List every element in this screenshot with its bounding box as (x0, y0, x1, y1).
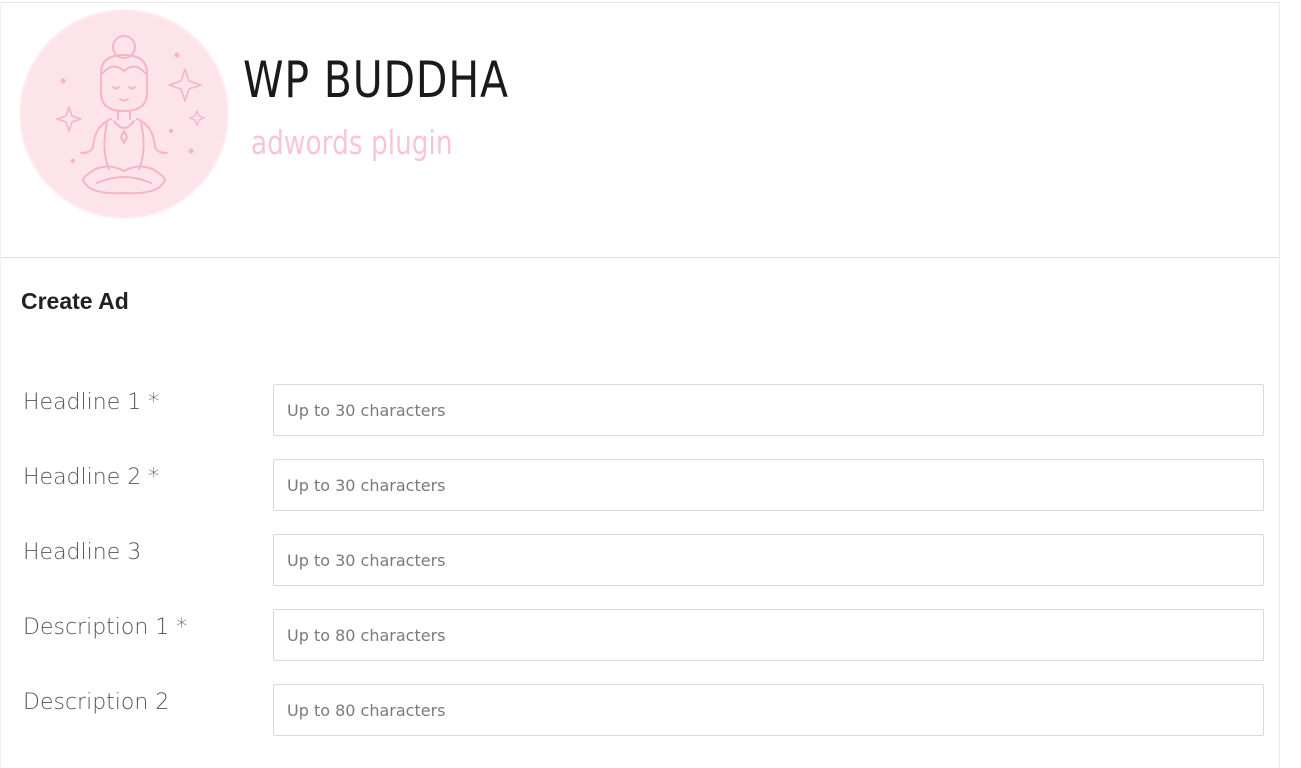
form-row-headline-2: Headline 2 * (1, 459, 1279, 511)
description-2-label: Description 2 (23, 690, 170, 715)
headline-3-label: Headline 3 (23, 540, 142, 565)
brand-subtitle: adwords plugin (251, 123, 453, 162)
headline-2-input[interactable] (273, 459, 1264, 511)
headline-3-input[interactable] (273, 534, 1264, 586)
headline-1-input[interactable] (273, 384, 1264, 436)
brand-title: WP BUDDHA (243, 51, 509, 109)
headline-1-label: Headline 1 * (23, 390, 160, 415)
headline-2-label: Headline 2 * (23, 465, 160, 490)
form-row-description-2: Description 2 (1, 684, 1279, 736)
description-1-input[interactable] (273, 609, 1264, 661)
meditating-buddha-icon (21, 11, 227, 217)
form-row-headline-3: Headline 3 (1, 534, 1279, 586)
description-1-label: Description 1 * (23, 615, 188, 640)
header: WP BUDDHA adwords plugin (1, 3, 1279, 258)
page-frame: WP BUDDHA adwords plugin Create Ad Headl… (0, 2, 1280, 768)
form-row-description-1: Description 1 * (1, 609, 1279, 661)
form-row-headline-1: Headline 1 * (1, 384, 1279, 436)
page-title: Create Ad (21, 288, 129, 314)
description-2-input[interactable] (273, 684, 1264, 736)
